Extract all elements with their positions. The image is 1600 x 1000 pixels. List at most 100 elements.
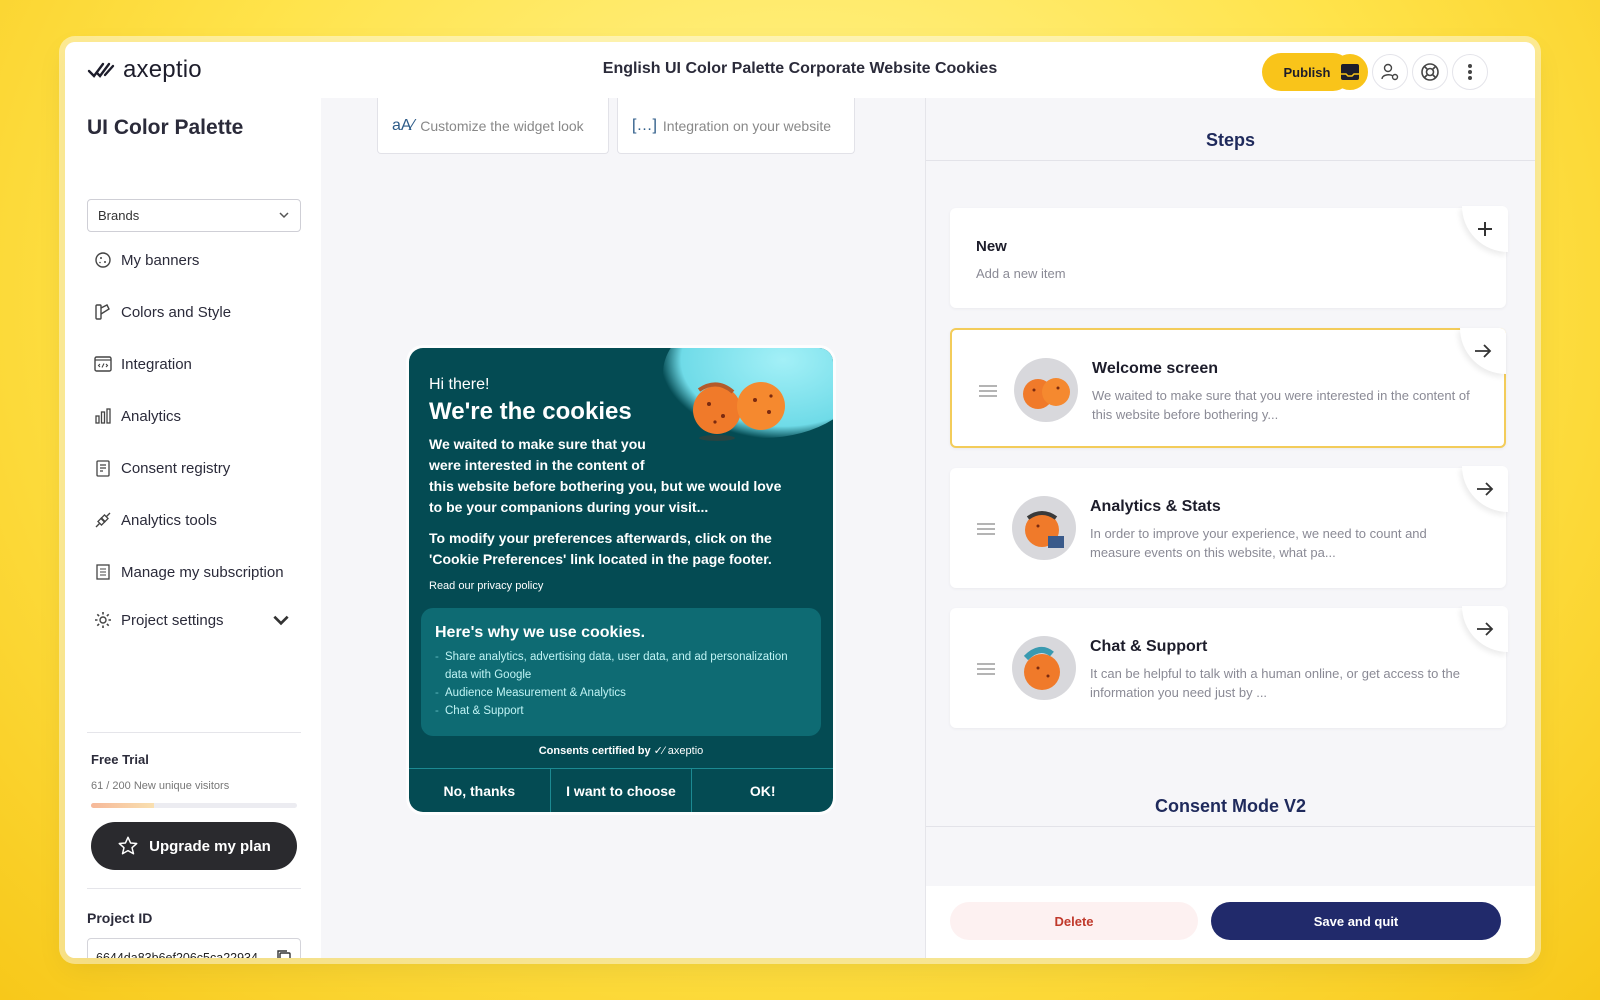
gear-icon (95, 612, 111, 628)
star-icon (118, 836, 138, 855)
receipt-icon (96, 564, 110, 580)
banner-intro-line: We waited to make sure that you (429, 436, 646, 452)
privacy-policy-link[interactable]: Read our privacy policy (429, 580, 543, 592)
plug-icon (95, 512, 111, 528)
consent-certification: Consents certified by ✓⁄ axeptio (538, 745, 704, 757)
welcome-thumbnail (1014, 358, 1078, 422)
brand-select[interactable]: Brands (87, 199, 301, 232)
reasons-title: Here's why we use cookies. (435, 624, 646, 641)
sidebar-item-project-settings[interactable]: Project settings (87, 602, 301, 638)
bar-chart-icon (95, 408, 111, 424)
no-thanks-button[interactable]: No, thanks (409, 769, 551, 812)
banner-heading: We're the cookies (429, 398, 632, 425)
code-brackets-icon: […] (632, 116, 657, 134)
add-button[interactable] (1462, 206, 1508, 252)
project-id-field[interactable]: 6644da83b6ef206c5ca22934 (87, 938, 301, 958)
sidebar-item-manage-subscription[interactable]: Manage my subscription (87, 554, 301, 590)
plus-icon (1478, 222, 1492, 236)
consent-mode-title: Consent Mode V2 (1154, 796, 1306, 816)
arrow-right-icon (1477, 622, 1494, 636)
project-id-value: 6644da83b6ef206c5ca22934 (96, 951, 258, 958)
sidebar-item-label: Manage my subscription (121, 563, 284, 581)
new-item-card[interactable]: New Add a new item (950, 206, 1508, 308)
new-item-subtitle: Add a new item (976, 266, 1066, 281)
code-window-icon (94, 356, 112, 372)
sidebar-item-analytics[interactable]: Analytics (87, 398, 301, 434)
banner-intro-line: were interested in the content of (429, 457, 645, 473)
i-want-to-choose-button[interactable]: I want to choose (551, 769, 693, 812)
sidebar-item-label: Analytics tools (121, 511, 217, 529)
preview-area: aA⁄ Customize the widget look […] Integr… (321, 98, 913, 958)
sidebar-item-integration[interactable]: Integration (87, 346, 301, 382)
trial-usage: 61 / 200 New unique visitors (91, 780, 230, 792)
trial-progress-bar (91, 803, 297, 808)
cookie-banner-preview: Hi there! We're the cookies We waited to… (409, 348, 833, 812)
sidebar-item-label: Integration (121, 355, 192, 373)
step-title: Chat & Support (1090, 638, 1208, 655)
drag-handle-icon[interactable] (976, 662, 996, 676)
divider (926, 160, 1535, 161)
tab-label: Integration on your website (662, 117, 831, 134)
certified-brand: axeptio (667, 745, 704, 757)
chevron-down-icon (273, 615, 289, 626)
open-step-button[interactable] (1462, 606, 1508, 652)
divider (926, 826, 1535, 827)
reasons-list: Share analytics, advertising data, user … (435, 648, 807, 720)
upgrade-plan-button[interactable]: Upgrade my plan (91, 822, 297, 870)
banner-buttons: No, thanks I want to choose OK! (409, 768, 833, 812)
tab-integration[interactable]: […] Integration on your website (617, 98, 855, 154)
logo-text: axeptio (123, 56, 202, 83)
banner-greeting: Hi there! (429, 376, 490, 393)
delete-button[interactable]: Delete (950, 902, 1198, 940)
text-style-icon: aA⁄ (392, 116, 415, 134)
reason-item: Audience Measurement & Analytics (435, 684, 807, 702)
help-icon[interactable] (1412, 54, 1448, 90)
more-vertical-icon[interactable] (1452, 54, 1488, 90)
banner-intro-line: to be your companions during your visit.… (429, 499, 709, 515)
drag-handle-icon[interactable] (976, 522, 996, 536)
sidebar-item-analytics-tools[interactable]: Analytics tools (87, 502, 301, 538)
axeptio-logo[interactable]: axeptio (87, 56, 202, 84)
step-description: In order to improve your experience, we … (1090, 526, 1427, 560)
trial-progress-fill (91, 803, 154, 808)
sidebar-item-label: Analytics (121, 407, 182, 425)
sidebar-item-consent-registry[interactable]: Consent registry (87, 450, 301, 486)
tab-customize-widget[interactable]: aA⁄ Customize the widget look (377, 98, 609, 154)
sidebar-item-colors-and-style[interactable]: Colors and Style (87, 294, 301, 330)
brand-select-value: Brands (98, 208, 140, 223)
ok-button[interactable]: OK! (692, 769, 833, 812)
drag-handle-icon[interactable] (978, 384, 998, 398)
step-card-chat[interactable]: Chat & Support It can be helpful to talk… (950, 606, 1508, 728)
divider (87, 732, 301, 733)
step-card-analytics[interactable]: Analytics & Stats In order to improve yo… (950, 466, 1508, 588)
step-title: Analytics & Stats (1090, 498, 1221, 515)
divider (87, 888, 301, 889)
step-card-welcome[interactable]: Welcome screen We waited to make sure th… (950, 328, 1506, 448)
copy-icon[interactable] (276, 949, 292, 958)
certified-text: Consents certified by (538, 745, 651, 757)
banner-modify-text: To modify your preferences afterwards, c… (429, 530, 772, 567)
sidebar-item-label: Consent registry (121, 459, 231, 477)
banner-intro-line: this website before bothering you, but w… (429, 478, 782, 494)
steps-panel: Steps New Add a new item Welcome screen … (925, 98, 1535, 958)
sidebar-item-label: Colors and Style (121, 303, 232, 321)
save-and-quit-button[interactable]: Save and quit (1211, 902, 1501, 940)
palette-icon (95, 304, 110, 320)
registry-icon (96, 460, 110, 477)
user-settings-icon[interactable] (1372, 54, 1408, 90)
inbox-icon[interactable] (1332, 54, 1368, 90)
step-description: We waited to make sure that you were int… (1092, 388, 1470, 422)
sidebar-item-label: Project settings (121, 611, 224, 629)
arrow-right-icon (1475, 344, 1492, 358)
open-step-button[interactable] (1462, 466, 1508, 512)
open-step-button[interactable] (1460, 328, 1506, 374)
reason-item: Share analytics, advertising data, user … (435, 648, 807, 684)
analytics-thumbnail (1012, 496, 1076, 560)
cookie-reasons-box: Here's why we use cookies. Share analyti… (421, 608, 821, 736)
action-bar: Delete Save and quit (926, 886, 1535, 958)
chevron-down-icon (279, 212, 289, 219)
sidebar-item-my-banners[interactable]: My banners (87, 242, 301, 278)
sidebar: UI Color Palette Brands My banners Color… (65, 98, 321, 958)
project-title: UI Color Palette (87, 116, 244, 139)
reason-item: Chat & Support (435, 702, 807, 720)
